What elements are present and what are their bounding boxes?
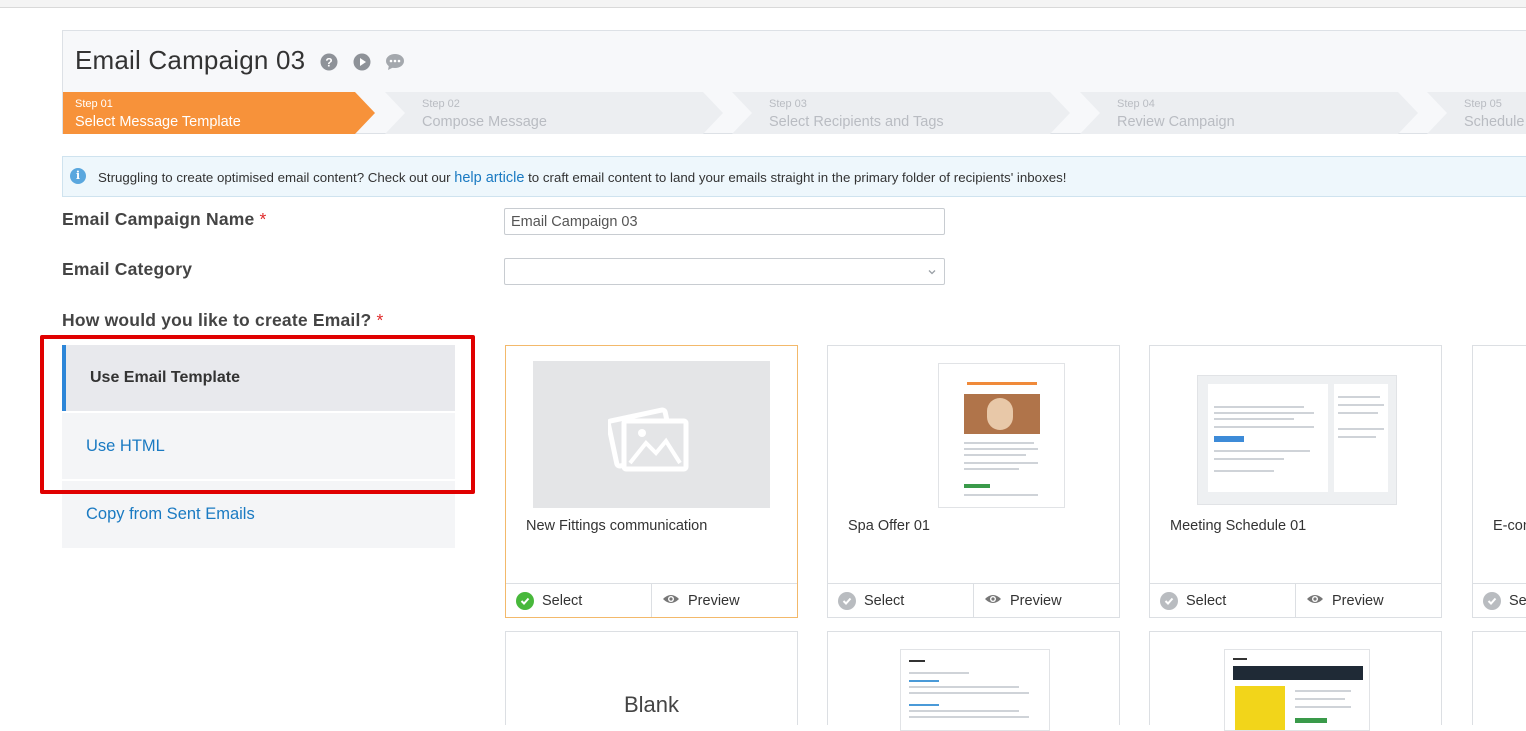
meeting-schedule-preview	[1197, 375, 1397, 505]
spa-offer-preview	[938, 363, 1065, 508]
select-label: Select	[1509, 592, 1526, 609]
preview-button[interactable]: Preview	[1295, 584, 1441, 617]
campaign-name-input[interactable]	[504, 208, 945, 235]
chevron-down-icon	[927, 265, 937, 281]
play-icon[interactable]	[352, 52, 372, 72]
check-circle-icon	[516, 591, 534, 610]
create-method-label-text: How would you like to create Email?	[62, 310, 372, 330]
step-number: Step 02	[422, 98, 460, 110]
template-thumbnail	[1177, 361, 1414, 508]
step-5[interactable]: Step 05 Schedule	[1427, 92, 1526, 134]
image-placeholder-icon	[608, 407, 689, 472]
step-label: Compose Message	[422, 114, 547, 130]
svg-text:?: ?	[325, 56, 332, 70]
step-number: Step 05	[1464, 98, 1502, 110]
check-circle-icon	[838, 591, 856, 610]
step-label: Review Campaign	[1117, 114, 1235, 130]
template-thumbnail	[533, 361, 770, 508]
template-name: Meeting Schedule 01	[1170, 518, 1307, 534]
step-2[interactable]: Step 02 Compose Message	[385, 92, 723, 134]
template-card[interactable]	[1472, 631, 1526, 725]
banner-text-before: Struggling to create optimised email con…	[98, 170, 451, 185]
step-label: Select Recipients and Tags	[769, 114, 944, 130]
eye-icon	[662, 593, 680, 609]
step-1[interactable]: Step 01 Select Message Template	[63, 92, 383, 134]
eye-icon	[984, 593, 1002, 609]
info-icon: i	[70, 168, 86, 184]
blank-template-label: Blank	[623, 692, 680, 717]
eye-icon	[1306, 593, 1324, 609]
preview-label: Preview	[688, 592, 740, 609]
select-button[interactable]: Select	[506, 584, 651, 617]
template-name: Spa Offer 01	[848, 518, 930, 534]
help-icon[interactable]: ?	[319, 52, 339, 72]
help-article-link[interactable]: help article	[454, 170, 524, 186]
template-thumbnail	[1224, 649, 1370, 731]
template-card[interactable]: E-com Select	[1472, 345, 1526, 618]
step-number: Step 03	[769, 98, 807, 110]
step-4[interactable]: Step 04 Review Campaign	[1080, 92, 1418, 134]
info-banner: i Struggling to create optimised email c…	[62, 156, 1526, 197]
browser-top-strip	[0, 0, 1526, 8]
select-label: Select	[864, 592, 905, 609]
select-button[interactable]: Select	[828, 584, 973, 617]
preview-button[interactable]: Preview	[651, 584, 797, 617]
check-circle-icon	[1483, 591, 1501, 610]
create-method-label: How would you like to create Email? *	[62, 310, 384, 331]
template-name: New Fittings communication	[526, 518, 708, 534]
banner-text-after: to craft email content to land your emai…	[528, 170, 1067, 185]
required-mark: *	[376, 310, 384, 330]
wizard-steps: Step 01 Select Message Template Step 02 …	[63, 92, 1526, 134]
step-label: Schedule	[1464, 114, 1525, 130]
annotation-highlight-box	[40, 335, 475, 494]
preview-label: Preview	[1010, 592, 1062, 609]
check-circle-icon	[1160, 591, 1178, 610]
select-label: Select	[1186, 592, 1227, 609]
select-button[interactable]: Select	[1150, 584, 1295, 617]
chat-icon[interactable]	[385, 52, 405, 72]
step-label: Select Message Template	[75, 114, 241, 130]
option-label: Copy from Sent Emails	[86, 505, 255, 523]
select-label: Select	[542, 592, 583, 609]
step-3[interactable]: Step 03 Select Recipients and Tags	[732, 92, 1070, 134]
info-text: Struggling to create optimised email con…	[98, 170, 1066, 186]
select-button[interactable]: Select	[1473, 584, 1526, 617]
campaign-name-label: Email Campaign Name *	[62, 209, 267, 230]
preview-label: Preview	[1332, 592, 1384, 609]
template-card[interactable]: Meeting Schedule 01 Select Preview	[1149, 345, 1442, 618]
email-category-label: Email Category	[62, 259, 193, 279]
template-card[interactable]: Spa Offer 01 Select Preview	[827, 345, 1120, 618]
step-number: Step 04	[1117, 98, 1155, 110]
campaign-header: Email Campaign 03 ? Step 01 Select Messa…	[62, 30, 1526, 134]
page-title: Email Campaign 03	[75, 45, 306, 75]
campaign-name-label-text: Email Campaign Name	[62, 209, 255, 229]
step-number: Step 01	[75, 98, 113, 110]
template-card-blank[interactable]: Blank	[505, 631, 798, 725]
template-card[interactable]	[1149, 631, 1442, 731]
template-name: E-com	[1493, 518, 1526, 534]
required-mark: *	[259, 209, 267, 229]
template-card[interactable]: New Fittings communication Select Previe…	[505, 345, 798, 618]
template-thumbnail	[900, 649, 1050, 731]
email-category-select[interactable]	[504, 258, 945, 285]
preview-button[interactable]: Preview	[973, 584, 1119, 617]
template-card[interactable]	[827, 631, 1120, 731]
template-thumbnail	[855, 361, 1092, 508]
